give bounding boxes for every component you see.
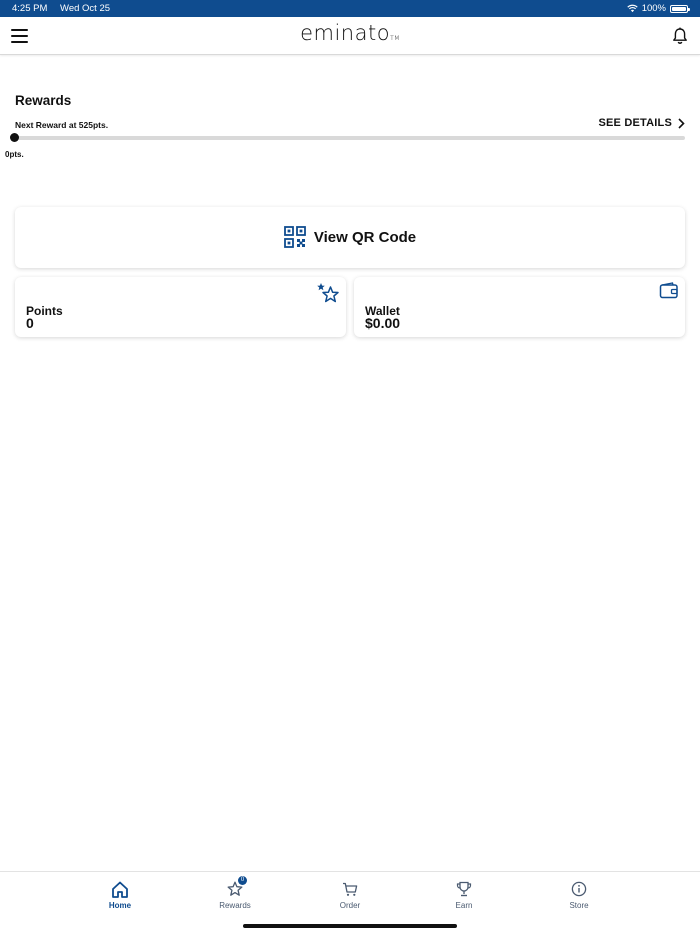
qr-code-icon xyxy=(283,226,306,248)
points-card: Points 0 xyxy=(15,277,346,337)
tab-store-label: Store xyxy=(569,901,589,910)
points-value: 0 xyxy=(26,315,34,331)
rewards-progress-bar xyxy=(15,136,685,140)
tab-earn[interactable]: Earn xyxy=(434,880,494,910)
next-reward-text: Next Reward at 525pts. xyxy=(15,120,109,130)
cart-icon xyxy=(343,882,358,896)
tab-order-label: Order xyxy=(339,901,361,910)
tab-rewards[interactable]: 0 Rewards xyxy=(205,876,265,910)
wallet-balance: $0.00 xyxy=(365,315,401,331)
tab-order[interactable]: Order xyxy=(320,880,380,910)
view-qr-code-button[interactable]: View QR Code xyxy=(15,207,685,268)
current-points-label: 0pts. xyxy=(5,150,24,159)
home-icon xyxy=(112,881,128,898)
wallet-card[interactable]: Wallet $0.00 xyxy=(354,277,685,337)
status-time: 4:25 PM xyxy=(12,3,48,14)
battery-percent: 100% xyxy=(641,3,666,14)
brand-trademark: TM xyxy=(390,35,400,42)
tab-home-label: Home xyxy=(108,901,132,910)
battery-icon xyxy=(670,4,690,13)
rewards-badge: 0 xyxy=(238,876,247,885)
brand-name: eminato xyxy=(300,21,391,45)
info-icon xyxy=(571,881,587,897)
wifi-icon xyxy=(626,4,638,13)
brand-logo: eminatoTM xyxy=(0,21,700,45)
home-indicator xyxy=(243,924,457,928)
status-bar: 4:25 PM Wed Oct 25 100% xyxy=(0,0,700,17)
tab-home[interactable]: Home xyxy=(90,880,150,910)
status-date: Wed Oct 25 xyxy=(60,3,111,14)
tab-earn-label: Earn xyxy=(455,901,473,910)
see-details-label: SEE DETAILS xyxy=(598,117,672,129)
bell-icon[interactable] xyxy=(672,27,688,45)
status-bar-time-date: 4:25 PM Wed Oct 25 xyxy=(12,0,110,17)
rewards-progress-marker xyxy=(10,133,19,142)
status-bar-indicators: 100% xyxy=(626,0,690,17)
view-qr-code-label: View QR Code xyxy=(313,228,417,246)
app-header: eminatoTM xyxy=(0,17,700,55)
rewards-heading: Rewards xyxy=(15,93,72,108)
tab-rewards-label: Rewards xyxy=(219,901,251,910)
see-details-link[interactable]: SEE DETAILS xyxy=(598,117,685,129)
trophy-icon xyxy=(456,881,472,897)
tab-store[interactable]: Store xyxy=(549,880,609,910)
chevron-right-icon xyxy=(678,117,685,129)
wallet-icon xyxy=(659,282,678,299)
star-icon xyxy=(317,283,339,303)
